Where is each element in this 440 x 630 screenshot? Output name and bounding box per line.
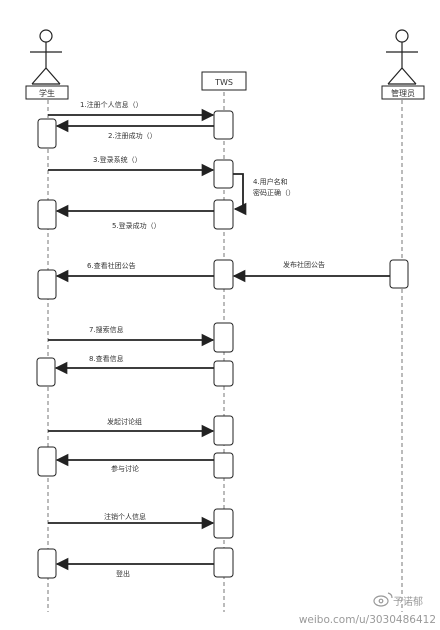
sequence-diagram: 学生 管理员 TWS 1.注册个人信息（） 2.注册成功（） 3.登录系统（） … (25, 29, 436, 626)
message-3-label: 3.登录系统（） (93, 155, 142, 164)
system-activation-3 (213, 199, 234, 230)
student-activation-5 (37, 446, 57, 477)
admin-actor-label: 管理员 (391, 88, 415, 98)
message-5-label: 5.登录成功（） (112, 221, 161, 230)
message-11-label: 注销个人信息 (104, 512, 146, 521)
admin-actor (386, 29, 418, 85)
system-activation-5 (213, 322, 234, 353)
student-activation-4 (36, 357, 56, 387)
system-activation-6 (213, 360, 234, 387)
message-1-label: 1.注册个人信息（） (80, 100, 143, 109)
system-activation-8 (213, 452, 234, 479)
message-7-label: 7.搜索信息 (89, 325, 124, 334)
message-10-label: 参与讨论 (111, 464, 139, 473)
weibo-logo-icon (373, 592, 393, 607)
student-actor-label: 学生 (39, 88, 55, 98)
student-actor (30, 29, 62, 85)
admin-activation-1 (389, 259, 409, 289)
system-label: TWS (214, 78, 233, 87)
message-8-label: 8.查看信息 (89, 354, 124, 363)
message-6-label: 6.查看社团公告 (87, 261, 136, 270)
system-activation-2 (213, 159, 234, 189)
student-activation-1 (37, 118, 57, 149)
system-activation-7 (213, 415, 234, 446)
message-4-self-arrow (233, 173, 247, 216)
student-actor-head (39, 29, 53, 43)
student-activation-6 (37, 548, 57, 579)
message-9-label: 发起讨论组 (107, 417, 142, 426)
admin-actor-head (395, 29, 409, 43)
system-activation-4 (213, 259, 234, 290)
watermark: 予诺郁 weibo.com/u/3030486412 (299, 592, 436, 626)
watermark-name: 予诺郁 (393, 595, 423, 608)
student-activation-2 (37, 199, 57, 230)
watermark-url: weibo.com/u/3030486412 (299, 614, 436, 626)
message-12-label: 登出 (116, 569, 130, 578)
system-activation-1 (213, 110, 234, 140)
message-2-label: 2.注册成功（） (108, 131, 157, 140)
system-activation-10 (213, 547, 234, 578)
message-4-label-line1: 4.用户名和 (253, 177, 288, 186)
message-6a-label: 发布社团公告 (283, 260, 325, 269)
system-activation-9 (213, 508, 234, 539)
message-4-label-line2: 密码正确（） (253, 188, 295, 197)
student-activation-3 (37, 269, 57, 300)
